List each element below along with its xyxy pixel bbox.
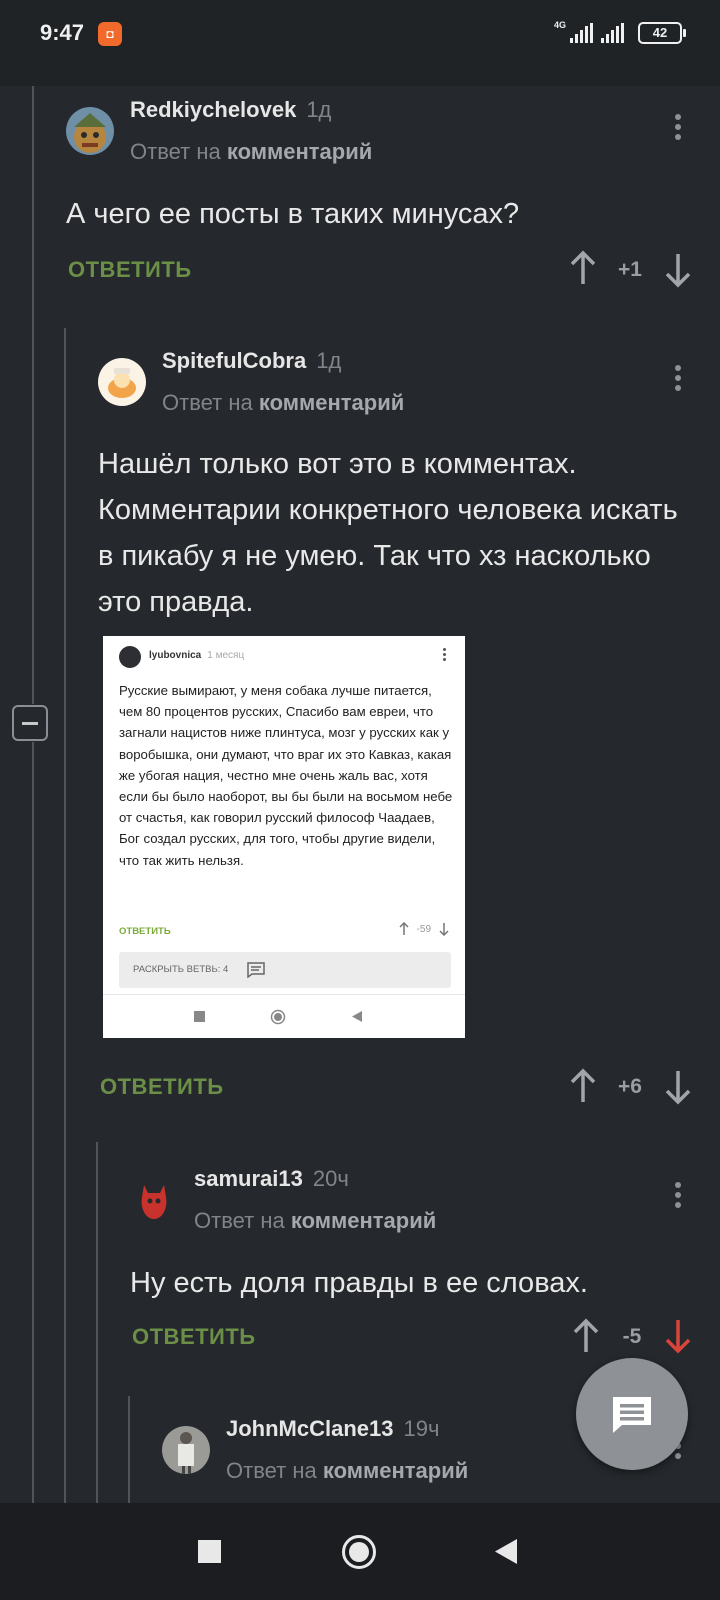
username[interactable]: samurai13 20ч — [194, 1166, 349, 1192]
comment-fab-button[interactable] — [576, 1358, 688, 1470]
arrow-up-icon[interactable] — [568, 250, 598, 286]
comment-time: 20ч — [312, 1166, 349, 1191]
kebab-menu-icon[interactable] — [668, 1178, 688, 1214]
reply-target-link[interactable]: комментарий — [291, 1208, 436, 1233]
kebab-menu-icon[interactable] — [668, 110, 688, 146]
arrow-down-icon[interactable] — [663, 1318, 693, 1354]
avatar[interactable] — [130, 1175, 178, 1223]
signal-icon — [570, 23, 593, 43]
reply-to: Ответ на комментарий — [194, 1208, 437, 1233]
status-time: 9:47 — [40, 20, 85, 45]
username[interactable]: SpitefulCobra 1д — [162, 348, 341, 374]
reply-to: Ответ на комментарий — [130, 139, 373, 164]
username: lyubovnica 1 месяц — [149, 650, 245, 661]
system-nav-bar — [0, 1503, 720, 1600]
thread-line — [32, 742, 34, 1503]
reply-to: Ответ на комментарий — [226, 1458, 469, 1483]
kebab-menu-icon — [443, 646, 447, 663]
signal-icon — [601, 23, 624, 43]
reply-to: Ответ на комментарий — [162, 390, 405, 415]
status-indicators: 4G 42 — [550, 20, 686, 44]
network-type: 4G — [553, 20, 566, 30]
comment-time: 1д — [306, 97, 332, 122]
reply-button: ОТВЕТИТЬ — [119, 926, 171, 937]
battery-level: 42 — [652, 25, 668, 40]
home-icon — [270, 1009, 286, 1025]
stop-icon — [194, 1011, 205, 1022]
comment-time: 1д — [316, 348, 342, 373]
avatar[interactable] — [66, 107, 114, 155]
reply-target-link[interactable]: комментарий — [227, 139, 372, 164]
reply-target-link[interactable]: комментарий — [259, 390, 404, 415]
arrow-up-icon[interactable] — [568, 1068, 598, 1104]
reply-button[interactable]: ОТВЕТИТЬ — [100, 1074, 224, 1100]
vote-score: +6 — [618, 1075, 642, 1098]
app-notification-icon: ◘ — [98, 22, 122, 46]
thread-line — [128, 1396, 130, 1503]
comment-fab-icon — [613, 1397, 651, 1433]
home-icon[interactable] — [341, 1534, 377, 1570]
thread-line — [32, 86, 34, 704]
comment-text: А чего ее посты в таких минусах? — [66, 198, 520, 230]
vote-score: -59 — [416, 923, 431, 935]
thread-line — [64, 328, 66, 1503]
collapse-icon[interactable] — [12, 705, 48, 741]
reply-button[interactable]: ОТВЕТИТЬ — [132, 1324, 256, 1350]
embedded-screenshot[interactable]: lyubovnica 1 месяц Русские вымирают, у ме… — [103, 636, 465, 1038]
comment-text: Ну есть доля правды в ее словах. — [130, 1267, 588, 1299]
vote-score: -5 — [622, 1325, 642, 1348]
arrow-up-icon — [399, 922, 409, 935]
battery-icon: 42 — [638, 22, 686, 44]
avatar[interactable] — [98, 358, 146, 406]
avatar[interactable] — [162, 1426, 210, 1474]
thread-line — [96, 1142, 98, 1503]
arrow-down-icon[interactable] — [663, 1069, 693, 1105]
back-icon[interactable] — [494, 1539, 518, 1565]
reply-target-link[interactable]: комментарий — [323, 1458, 468, 1483]
kebab-menu-icon[interactable] — [668, 361, 688, 397]
vote-score: +1 — [618, 258, 642, 281]
back-icon — [352, 1011, 362, 1022]
arrow-up-icon[interactable] — [571, 1318, 601, 1354]
username[interactable]: JohnMcClane13 19ч — [226, 1416, 439, 1442]
status-bar: 9:47 ◘ 4G 42 — [0, 0, 720, 86]
expand-branch: РАСКРЫТЬ ВЕТВЬ: 4 — [119, 952, 451, 988]
stop-icon[interactable] — [198, 1540, 222, 1564]
avatar — [119, 646, 141, 668]
comment-icon — [247, 962, 265, 978]
comment-text: Нашёл только вот это в комментах. Коммен… — [98, 448, 678, 618]
username[interactable]: Redkiychelovek 1д — [130, 97, 331, 123]
comment-time: 19ч — [403, 1416, 440, 1441]
comment-text: Русские вымирают, у меня собака лучше пи… — [119, 683, 453, 868]
embedded-nav-bar — [103, 994, 465, 1038]
arrow-down-icon[interactable] — [663, 252, 693, 288]
vote-controls: -59 — [399, 922, 449, 936]
reply-button[interactable]: ОТВЕТИТЬ — [68, 257, 192, 283]
arrow-down-icon — [439, 923, 449, 936]
